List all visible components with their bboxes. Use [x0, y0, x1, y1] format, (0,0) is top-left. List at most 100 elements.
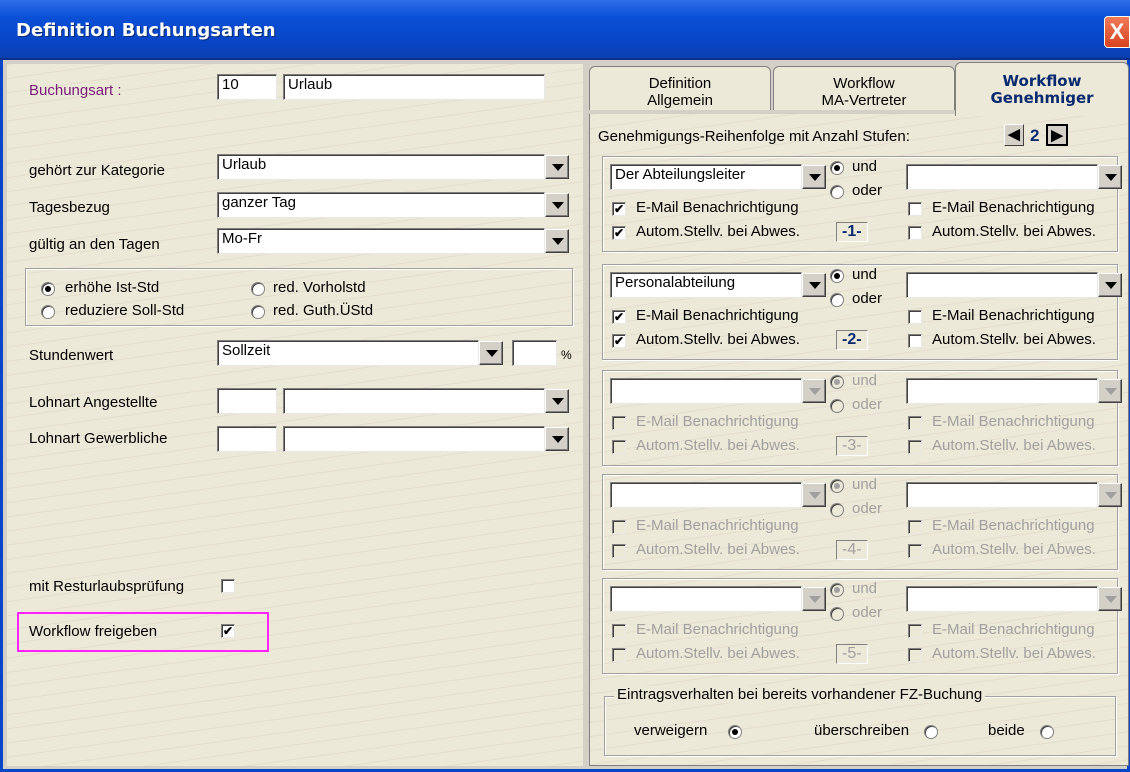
stage-4-oder-radio[interactable]	[830, 503, 844, 517]
stage-2-right-select[interactable]	[906, 272, 1098, 298]
left-panel: Buchungsart : 10 Urlaub gehört zur Kateg…	[7, 64, 583, 766]
radio-red-guth[interactable]	[251, 305, 265, 319]
percent-input[interactable]	[512, 340, 557, 366]
stage-5-autom-right-checkbox[interactable]	[908, 648, 922, 662]
lohnart-gewerbliche-dropdown-button[interactable]	[545, 427, 569, 451]
stage-1-right-select[interactable]	[906, 164, 1098, 190]
stage-4-email-right-label: E-Mail Benachrichtigung	[932, 517, 1095, 534]
radio-reduziere-soll[interactable]	[41, 305, 55, 319]
lohnart-angestellte-dropdown-button[interactable]	[545, 389, 569, 413]
tab-workflow-genehmiger[interactable]: Workflow Genehmiger	[955, 62, 1129, 116]
lohnart-gewerbliche-label: Lohnart Gewerbliche	[29, 430, 168, 447]
stage-5-autom-left-label: Autom.Stellv. bei Abwes.	[636, 645, 800, 662]
stage-4-left-select[interactable]	[610, 482, 802, 508]
stage-5-oder-radio[interactable]	[830, 607, 844, 621]
stage-4-autom-left-checkbox[interactable]	[612, 544, 626, 558]
stage-2-oder-radio[interactable]	[830, 293, 844, 307]
stage-3-autom-left-checkbox[interactable]	[612, 440, 626, 454]
stage-2-email-left-label: E-Mail Benachrichtigung	[636, 307, 799, 324]
resturlaub-label: mit Resturlaubsprüfung	[29, 578, 185, 595]
lohnart-angestellte-name[interactable]	[283, 388, 545, 414]
stage-3-right-select[interactable]	[906, 378, 1098, 404]
stage-5-left-dropdown-button[interactable]	[802, 587, 826, 611]
stage-1-autom-right-label: Autom.Stellv. bei Abwes.	[932, 223, 1096, 240]
gueltig-select[interactable]: Mo-Fr	[217, 228, 545, 254]
stage-2-left-select[interactable]: Personalabteilung	[610, 272, 802, 298]
stage-5-und-radio[interactable]	[830, 583, 844, 597]
stage-3-email-right-checkbox[interactable]	[908, 416, 922, 430]
stage-5-right-select[interactable]	[906, 586, 1098, 612]
stage-5-left-select[interactable]	[610, 586, 802, 612]
stage-1-left-dropdown-button[interactable]	[802, 165, 826, 189]
stage-3-right-dropdown-button[interactable]	[1098, 379, 1122, 403]
stage-5-right-dropdown-button[interactable]	[1098, 587, 1122, 611]
eintrag-verweigern-radio[interactable]	[728, 725, 742, 739]
close-button[interactable]: X	[1104, 16, 1130, 48]
stage-3-und-radio[interactable]	[830, 375, 844, 389]
kategorie-dropdown-button[interactable]	[545, 155, 569, 179]
gueltig-dropdown-button[interactable]	[545, 229, 569, 253]
stage-1-email-right-label: E-Mail Benachrichtigung	[932, 199, 1095, 216]
stage-3-autom-right-checkbox[interactable]	[908, 440, 922, 454]
stage-2-und-radio[interactable]	[830, 269, 844, 283]
stufen-count: 2	[1030, 126, 1040, 145]
stufen-prev-button[interactable]: ◀	[1004, 124, 1024, 146]
stage-5-number: -5-	[836, 644, 868, 664]
stage-1-autom-right-checkbox[interactable]	[908, 226, 922, 240]
resturlaub-checkbox[interactable]	[221, 579, 235, 593]
stundenwert-select[interactable]: Sollzeit	[217, 340, 479, 366]
eintrag-ueberschreiben-radio[interactable]	[924, 725, 938, 739]
workflow-freigeben-checkbox[interactable]: ✔	[221, 624, 235, 638]
stage-1-left-select[interactable]: Der Abteilungsleiter	[610, 164, 802, 190]
title-bar[interactable]: Definition Buchungsarten X	[0, 0, 1130, 60]
stage-1-email-right-checkbox[interactable]	[908, 202, 922, 216]
stage-2-autom-left-checkbox[interactable]: ✔	[612, 334, 626, 348]
stage-4-und-radio[interactable]	[830, 479, 844, 493]
stage-4-email-right-checkbox[interactable]	[908, 520, 922, 534]
stage-1-autom-left-checkbox[interactable]: ✔	[612, 226, 626, 240]
stage-1-und-radio[interactable]	[830, 161, 844, 175]
radio-erhoehe-ist[interactable]	[41, 282, 55, 296]
stage-5-email-right-checkbox[interactable]	[908, 624, 922, 638]
stage-1-oder-radio[interactable]	[830, 185, 844, 199]
lohnart-gewerbliche-name[interactable]	[283, 426, 545, 452]
radio-erhoehe-ist-label: erhöhe Ist-Std	[65, 279, 160, 296]
stage-2-left-dropdown-button[interactable]	[802, 273, 826, 297]
radio-red-vorhol[interactable]	[251, 282, 265, 296]
stage-4-autom-right-checkbox[interactable]	[908, 544, 922, 558]
stundenwert-dropdown-button[interactable]	[479, 341, 503, 365]
stage-5-autom-left-checkbox[interactable]	[612, 648, 626, 662]
stage-2-autom-right-checkbox[interactable]	[908, 334, 922, 348]
stage-3-left-dropdown-button[interactable]	[802, 379, 826, 403]
stage-4-left-dropdown-button[interactable]	[802, 483, 826, 507]
tagesbezug-select[interactable]: ganzer Tag	[217, 192, 545, 218]
stundenwert-label: Stundenwert	[29, 347, 114, 364]
tab-definition-allgemein[interactable]: Definition Allgemein	[589, 66, 771, 110]
stage-2-email-left-checkbox[interactable]: ✔	[612, 310, 626, 324]
tab-workflow-ma-vertreter[interactable]: Workflow MA-Vertreter	[773, 66, 955, 110]
stage-2-number: -2-	[836, 330, 868, 350]
tab-definition-allgemein-line1: Definition	[648, 75, 712, 92]
stage-4-right-select[interactable]	[906, 482, 1098, 508]
lohnart-angestellte-code[interactable]	[217, 388, 277, 414]
stage-1-email-left-checkbox[interactable]: ✔	[612, 202, 626, 216]
stage-3-left-select[interactable]	[610, 378, 802, 404]
tagesbezug-dropdown-button[interactable]	[545, 193, 569, 217]
stufen-next-button[interactable]: ▶	[1046, 124, 1068, 146]
buchungsart-code-input[interactable]: 10	[217, 74, 277, 100]
stage-3-und-label: und	[852, 372, 878, 389]
stage-3-email-left-checkbox[interactable]	[612, 416, 626, 430]
stage-2-email-right-checkbox[interactable]	[908, 310, 922, 324]
dialog-body: Buchungsart : 10 Urlaub gehört zur Kateg…	[0, 60, 1130, 772]
kategorie-select[interactable]: Urlaub	[217, 154, 545, 180]
stage-4-right-dropdown-button[interactable]	[1098, 483, 1122, 507]
stage-3-oder-radio[interactable]	[830, 399, 844, 413]
buchungsart-name-input[interactable]: Urlaub	[283, 74, 545, 100]
eintrag-beide-radio[interactable]	[1040, 725, 1054, 739]
stage-5-email-left-checkbox[interactable]	[612, 624, 626, 638]
lohnart-gewerbliche-code[interactable]	[217, 426, 277, 452]
workflow-freigeben-label: Workflow freigeben	[29, 623, 158, 640]
stage-1-right-dropdown-button[interactable]	[1098, 165, 1122, 189]
stage-2-right-dropdown-button[interactable]	[1098, 273, 1122, 297]
stage-4-email-left-checkbox[interactable]	[612, 520, 626, 534]
